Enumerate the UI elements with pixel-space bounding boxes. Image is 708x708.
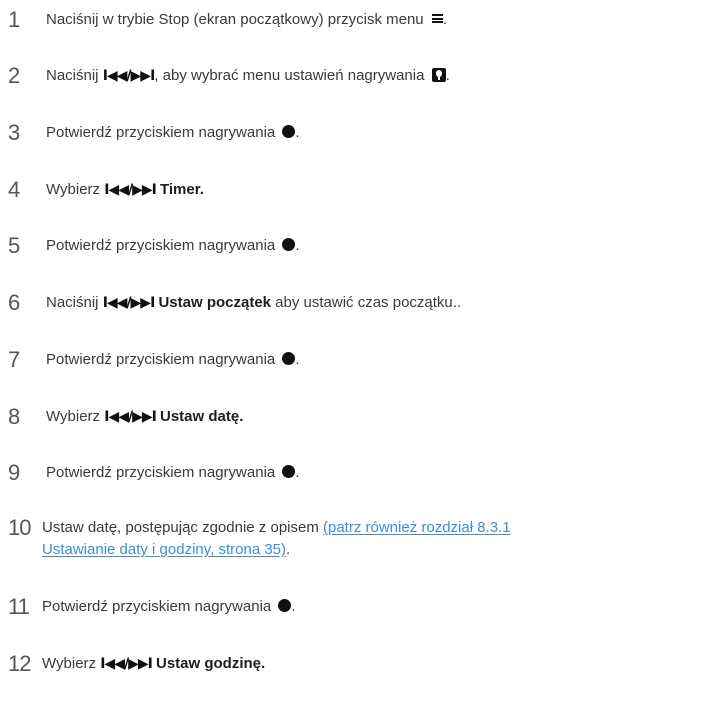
step-text-after: . bbox=[261, 655, 266, 672]
step-text-before: Ustaw datę, postępując zgodnie z opisem bbox=[42, 519, 319, 536]
step-number: 4 bbox=[8, 177, 20, 202]
step-text-before: Naciśnij bbox=[46, 67, 99, 84]
step-text-middle: , aby wybrać menu ustawień nagrywania bbox=[154, 67, 425, 84]
record-dot-icon bbox=[282, 352, 296, 365]
menu-icon bbox=[431, 14, 443, 23]
step-text-after: . bbox=[442, 11, 447, 28]
step-text-before: Naciśnij bbox=[46, 294, 99, 311]
cross-reference-link-line-2[interactable]: Ustawianie daty i godziny, strona 35) bbox=[42, 541, 286, 558]
record-dot-icon bbox=[282, 465, 296, 478]
step-text: Wybierz I◀◀/▶▶I Timer. bbox=[46, 179, 204, 201]
record-dot-icon bbox=[278, 599, 292, 612]
step-text-after: . bbox=[239, 408, 244, 425]
step-text-before: Potwierdź przyciskiem nagrywania bbox=[46, 464, 276, 481]
step-text: Potwierdź przyciskiem nagrywania . bbox=[42, 596, 296, 618]
step-text-after: aby ustawić czas początku.. bbox=[271, 294, 462, 311]
step-number: 6 bbox=[8, 290, 20, 315]
previous-next-icon: I◀◀/▶▶I bbox=[102, 295, 156, 311]
step-text-after: . bbox=[445, 67, 450, 84]
step-number: 8 bbox=[8, 404, 20, 429]
step-text-before: Potwierdź przyciskiem nagrywania bbox=[42, 598, 272, 615]
step-text: Potwierdź przyciskiem nagrywania . bbox=[46, 122, 300, 144]
step-text: Naciśnij I◀◀/▶▶I, aby wybrać menu ustawi… bbox=[46, 65, 450, 87]
record-dot-icon bbox=[282, 125, 296, 138]
step-bold-text: Ustaw godzinę bbox=[156, 655, 262, 672]
step-text-before: Wybierz bbox=[46, 408, 101, 425]
step-text: Potwierdź przyciskiem nagrywania . bbox=[46, 349, 300, 371]
step-number: 12 bbox=[8, 651, 32, 676]
microphone-settings-icon bbox=[431, 68, 446, 82]
step-number: 7 bbox=[8, 347, 20, 372]
step-number: 10 bbox=[8, 515, 32, 540]
step-bold-text: Ustaw początek bbox=[158, 294, 272, 311]
step-text-after: . bbox=[295, 124, 300, 141]
step-text-before: Potwierdź przyciskiem nagrywania bbox=[46, 124, 276, 141]
step-text-after: . bbox=[291, 598, 296, 615]
step-text: Ustaw datę, postępując zgodnie z opisem … bbox=[42, 517, 511, 561]
step-text: Naciśnij w trybie Stop (ekran początkowy… bbox=[46, 9, 447, 31]
step-text: Naciśnij I◀◀/▶▶I Ustaw początek aby usta… bbox=[46, 292, 461, 314]
step-text-before: Naciśnij w trybie Stop (ekran początkowy… bbox=[46, 11, 424, 28]
step-number: 3 bbox=[8, 120, 20, 145]
step-text-after: . bbox=[295, 351, 300, 368]
record-dot-icon bbox=[282, 238, 296, 251]
step-text: Potwierdź przyciskiem nagrywania . bbox=[46, 235, 300, 257]
step-text-after: . bbox=[199, 181, 204, 198]
step-text-before: Wybierz bbox=[46, 181, 101, 198]
step-number: 5 bbox=[8, 233, 20, 258]
step-text-before: Wybierz bbox=[42, 655, 97, 672]
step-number: 11 bbox=[8, 594, 30, 619]
step-number: 9 bbox=[8, 460, 20, 485]
step-text: Wybierz I◀◀/▶▶I Ustaw datę. bbox=[46, 406, 243, 428]
step-text-before: Potwierdź przyciskiem nagrywania bbox=[46, 237, 276, 254]
step-bold-text: Timer bbox=[160, 181, 200, 198]
step-number: 1 bbox=[8, 7, 20, 32]
previous-next-icon: I◀◀/▶▶I bbox=[104, 182, 157, 198]
step-number: 2 bbox=[8, 63, 20, 88]
previous-next-icon: I◀◀/▶▶I bbox=[100, 656, 153, 672]
step-text: Potwierdź przyciskiem nagrywania . bbox=[46, 462, 300, 484]
step-text-after: . bbox=[286, 541, 291, 558]
previous-next-icon: I◀◀/▶▶I bbox=[102, 68, 156, 84]
cross-reference-link[interactable]: (patrz również rozdział 8.3.1 bbox=[323, 519, 511, 536]
step-text-before: Potwierdź przyciskiem nagrywania bbox=[46, 351, 276, 368]
step-text-after: . bbox=[295, 237, 300, 254]
step-text: Wybierz I◀◀/▶▶I Ustaw godzinę. bbox=[42, 653, 265, 675]
step-text-after: . bbox=[295, 464, 300, 481]
previous-next-icon: I◀◀/▶▶I bbox=[104, 409, 157, 425]
step-bold-text: Ustaw datę bbox=[160, 408, 240, 425]
